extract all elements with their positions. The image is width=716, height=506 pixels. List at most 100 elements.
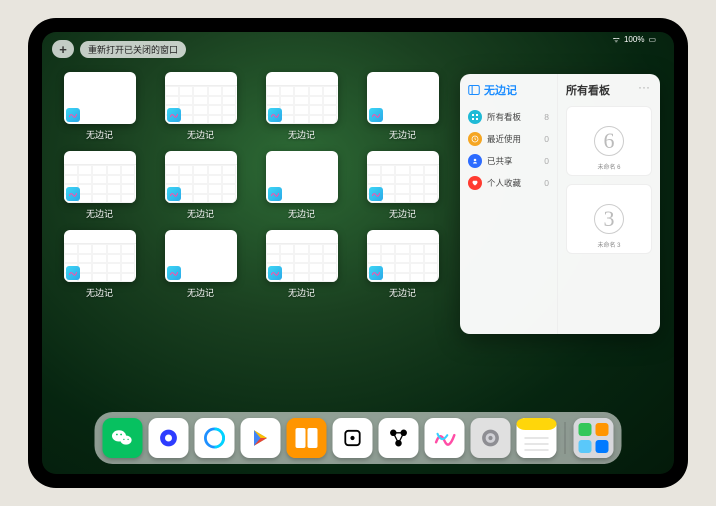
sidebar-item-count: 8 [544,112,549,122]
sidebar-item-count: 0 [544,134,549,144]
freeform-panel: ··· 无边记 所有看板8最近使用0已共享0个人收藏0 所有看板 6未命名 63… [460,74,660,334]
window-thumbnail[interactable]: 无边记 [157,230,244,299]
freeform-icon [369,187,383,201]
thumbnail-label: 无边记 [389,207,416,220]
dock-app-connect[interactable] [379,418,419,458]
dock-app-quark[interactable] [149,418,189,458]
sidebar-item-label: 最近使用 [487,133,521,145]
clock-icon [468,132,482,146]
sidebar-item-label: 个人收藏 [487,177,521,189]
board-sketch: 6 [594,126,624,156]
freeform-icon [167,266,181,280]
freeform-icon [167,187,181,201]
reopen-closed-windows[interactable]: 重新打开已关闭的窗口 [80,41,186,58]
freeform-icon [369,108,383,122]
sidebar-item-clock[interactable]: 最近使用 0 [468,128,549,150]
board-thumbnail[interactable]: 3 未命名 3 [566,184,652,254]
dock-app-freeform[interactable] [425,418,465,458]
thumbnail-preview [367,151,439,203]
window-thumbnail[interactable]: 无边记 [258,72,345,141]
screen: ᯤ 100% ▭ + 重新打开已关闭的窗口 无边记无边记无边记无边记无边记无边记… [42,32,674,474]
sidebar-item-share[interactable]: 已共享0 [468,150,549,172]
window-thumbnail[interactable]: 无边记 [258,230,345,299]
panel-title-text: 无边记 [484,82,517,98]
wifi-icon: ᯤ [613,34,620,45]
content: 无边记无边记无边记无边记无边记无边记无边记无边记无边记无边记无边记无边记 ···… [42,66,674,408]
thumbnail-preview [165,151,237,203]
window-thumbnail[interactable]: 无边记 [258,151,345,220]
share-icon [468,154,482,168]
freeform-icon [167,108,181,122]
window-thumbnail[interactable]: 无边记 [359,72,446,141]
thumbnail-label: 无边记 [187,128,214,141]
add-button[interactable]: + [52,40,74,58]
window-thumbnail[interactable]: 无边记 [157,151,244,220]
window-thumbnail[interactable]: 无边记 [359,230,446,299]
thumbnail-preview [266,230,338,282]
thumbnail-preview [266,151,338,203]
heart-icon [468,176,482,190]
status-bar: ᯤ 100% ▭ [613,34,656,45]
dock-app-obsidian[interactable] [333,418,373,458]
panel-more-icon[interactable]: ··· [638,80,650,94]
freeform-icon [66,108,80,122]
thumbnail-preview [64,151,136,203]
thumbnail-label: 无边记 [288,207,315,220]
thumbnail-preview [367,72,439,124]
freeform-icon [66,187,80,201]
thumbnail-preview [367,230,439,282]
window-thumbnail[interactable]: 无边记 [359,151,446,220]
board-thumbnail[interactable]: 6 未命名 6 [566,106,652,176]
dock-separator [565,422,566,454]
ipad-frame: ᯤ 100% ▭ + 重新打开已关闭的窗口 无边记无边记无边记无边记无边记无边记… [28,18,688,488]
freeform-icon [369,266,383,280]
thumbnail-preview [266,72,338,124]
window-thumbnail[interactable]: 无边记 [56,230,143,299]
dock-app-qqbrowser[interactable] [195,418,235,458]
sidebar-item-heart[interactable]: 个人收藏 0 [468,172,549,194]
thumbnail-label: 无边记 [86,207,113,220]
thumbnail-preview [165,72,237,124]
window-grid: 无边记无边记无边记无边记无边记无边记无边记无边记无边记无边记无边记无边记 [56,66,446,408]
dock-app-books[interactable] [287,418,327,458]
dock-app-notes[interactable] [517,418,557,458]
toolbar: + 重新打开已关闭的窗口 [42,32,674,66]
board-name: 未命名 6 [597,162,620,171]
thumbnail-label: 无边记 [187,286,214,299]
thumbnail-label: 无边记 [389,286,416,299]
sidebar-item-grid[interactable]: 所有看板 8 [468,106,549,128]
thumbnail-label: 无边记 [187,207,214,220]
thumbnail-preview [64,72,136,124]
window-thumbnail[interactable]: 无边记 [56,72,143,141]
thumbnail-label: 无边记 [288,286,315,299]
freeform-icon [268,187,282,201]
panel-sidebar: 无边记 所有看板8最近使用0已共享0个人收藏0 [460,74,558,334]
panel-title: 无边记 [468,82,549,98]
thumbnail-label: 无边记 [389,128,416,141]
thumbnail-label: 无边记 [86,128,113,141]
battery-icon: ▭ [648,35,656,44]
freeform-icon [268,108,282,122]
dock-app-wechat[interactable] [103,418,143,458]
dock-app-recent[interactable] [574,418,614,458]
sidebar-item-count: 0 [544,156,549,166]
thumbnail-preview [64,230,136,282]
window-thumbnail[interactable]: 无边记 [56,151,143,220]
dock-app-settings[interactable] [471,418,511,458]
window-thumbnail[interactable]: 无边记 [157,72,244,141]
grid-icon [468,110,482,124]
board-sketch: 3 [594,204,624,234]
thumbnail-preview [165,230,237,282]
dock-app-appstore[interactable] [241,418,281,458]
panel-content: 所有看板 6未命名 63未命名 3 [558,74,660,334]
sidebar-toggle-icon[interactable] [468,84,480,96]
battery-label: 100% [624,35,644,44]
thumbnail-label: 无边记 [86,286,113,299]
freeform-icon [268,266,282,280]
board-name: 未命名 3 [597,240,620,249]
sidebar-item-count: 0 [544,178,549,188]
thumbnail-label: 无边记 [288,128,315,141]
freeform-icon [66,266,80,280]
dock [95,412,622,464]
sidebar-item-label: 所有看板 [487,111,521,123]
